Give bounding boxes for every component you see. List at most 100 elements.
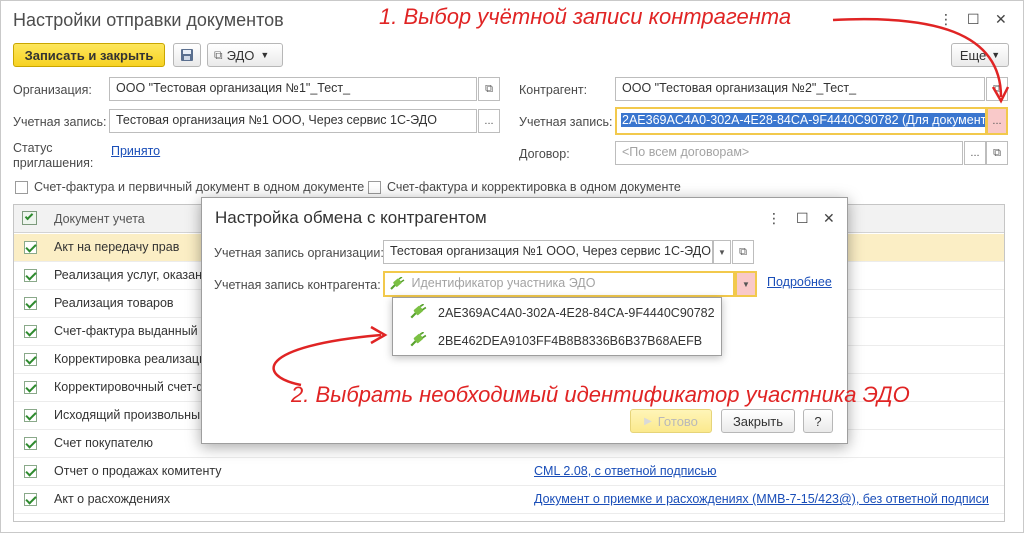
plug-icon [410, 332, 427, 347]
close-icon[interactable]: ✕ [995, 11, 1007, 28]
row-document-label: Исходящий произвольны [54, 408, 201, 422]
org-account-field[interactable]: Тестовая организация №1 ООО, Через серви… [383, 240, 713, 264]
ellipsis-icon: ... [992, 115, 1002, 127]
row-format-link[interactable]: Документ о приемке и расхождениях (ММВ-7… [534, 492, 989, 506]
invoice-correction-checkbox[interactable] [368, 181, 381, 194]
row-document-label: Акт о расхождениях [54, 492, 171, 506]
dialog-title: Настройка обмена с контрагентом [215, 208, 487, 227]
open-icon: ⧉ [993, 146, 1001, 159]
contract-select-button[interactable]: ... [964, 141, 986, 165]
cp-account-select-button[interactable]: ... [986, 107, 1008, 135]
more-button[interactable]: Еще ▼ [951, 43, 1009, 67]
cp-account-value: 2AE369AC4A0-302A-4E28-84CA-9F4440C90782 … [621, 113, 985, 127]
org-field[interactable]: ООО "Тестовая организация №1"_Тест_ [109, 77, 477, 101]
row-document-label: Акт на передачу прав [54, 240, 180, 254]
row-document-label: Счет покупателю [54, 436, 153, 450]
row-document-label: Реализация услуг, оказан [54, 268, 203, 282]
save-close-button[interactable]: Записать и закрыть [13, 43, 165, 67]
ellipsis-icon: ... [484, 115, 494, 127]
chevron-down-icon: ▼ [742, 279, 750, 289]
row-checkbox[interactable] [24, 381, 37, 394]
row-document-label: Корректировка реализаци [54, 352, 207, 366]
invite-status-label-1: Статус [13, 141, 53, 155]
chevron-down-icon: ▼ [991, 50, 1001, 60]
table-row[interactable]: Отчет о продажах комитенту CML 2.08, с от… [14, 458, 1004, 486]
participant-option-2[interactable]: 2BE462DEA9103FF4B8B8336B6B37B68AEFB [393, 327, 721, 355]
cp-account-dialog-field[interactable]: Идентификатор участника ЭДО [383, 271, 735, 297]
annotation-step-2: 2. Выбрать необходимый идентификатор уча… [291, 382, 910, 407]
dialog-close-icon[interactable]: ✕ [823, 210, 835, 227]
plug-icon [410, 304, 427, 319]
open-contract-button[interactable]: ⧉ [986, 141, 1008, 165]
row-format-link[interactable]: CML 2.08, с ответной подписью [534, 464, 717, 478]
dialog-maximize-icon[interactable]: ☐ [796, 210, 809, 227]
contract-label: Договор: [519, 147, 570, 161]
edo-menu-button[interactable]: ⧉ ЭДО ▼ [207, 43, 283, 67]
more-details-link[interactable]: Подробнее [767, 275, 832, 289]
plug-icon [390, 276, 405, 290]
account-select-button[interactable]: ... [478, 109, 500, 133]
cp-account-label: Учетная запись: [519, 115, 613, 129]
contract-placeholder: <По всем договорам> [622, 145, 750, 159]
row-checkbox[interactable] [24, 465, 37, 478]
org-account-label: Учетная запись организации: [214, 246, 384, 260]
invite-status-link[interactable]: Принято [111, 144, 160, 158]
participant-option-1-label: 2AE369AC4A0-302A-4E28-84CA-9F4440C90782 [438, 306, 715, 320]
header-check-icon[interactable] [22, 211, 37, 225]
row-document-label: Реализация товаров [54, 296, 174, 310]
invoice-primary-checkbox[interactable] [15, 181, 28, 194]
cp-account-field[interactable]: 2AE369AC4A0-302A-4E28-84CA-9F4440C90782 … [615, 107, 987, 135]
maximize-icon[interactable]: ☐ [967, 11, 980, 28]
account-field[interactable]: Тестовая организация №1 ООО, Через серви… [109, 109, 477, 133]
counterparty-field[interactable]: ООО "Тестовая организация №2"_Тест_ [615, 77, 985, 101]
row-checkbox[interactable] [24, 325, 37, 338]
participant-option-1[interactable]: 2AE369AC4A0-302A-4E28-84CA-9F4440C90782 [393, 299, 721, 327]
edo-label: ЭДО [226, 47, 255, 63]
org-account-dropdown[interactable]: ▼ [713, 240, 731, 264]
row-checkbox[interactable] [24, 269, 37, 282]
invite-status-label-2: приглашения: [13, 156, 94, 170]
account-label: Учетная запись: [13, 115, 107, 129]
counterparty-label: Контрагент: [519, 83, 588, 97]
participant-option-2-label: 2BE462DEA9103FF4B8B8336B6B37B68AEFB [438, 334, 703, 348]
open-org-button[interactable]: ⧉ [478, 77, 500, 101]
dialog-more-icon[interactable]: ⋮ [767, 210, 781, 227]
row-checkbox[interactable] [24, 437, 37, 450]
open-org-account-button[interactable]: ⧉ [732, 240, 754, 264]
open-counterparty-button[interactable]: ⧉ [986, 77, 1008, 101]
participant-id-dropdown: 2AE369AC4A0-302A-4E28-84CA-9F4440C90782 … [392, 297, 722, 356]
cp-account-dialog-label: Учетная запись контрагента: [214, 278, 381, 292]
more-label: Еще [959, 47, 987, 63]
save-button[interactable] [173, 43, 201, 67]
row-checkbox[interactable] [24, 241, 37, 254]
chevron-down-icon: ▼ [260, 50, 270, 60]
cp-account-dialog-placeholder: Идентификатор участника ЭДО [411, 276, 596, 290]
dialog-close-button[interactable]: Закрыть [721, 409, 795, 433]
row-checkbox[interactable] [24, 297, 37, 310]
chevron-down-icon: ▼ [718, 247, 726, 257]
open-icon: ⧉ [993, 82, 1001, 95]
column-header-document: Документ учета [54, 212, 145, 226]
ready-button[interactable]: ▶ Готово [630, 409, 712, 433]
row-checkbox[interactable] [24, 409, 37, 422]
invoice-correction-label: Счет-фактура и корректировка в одном док… [387, 180, 681, 194]
edo-icon: ⧉ [214, 47, 223, 62]
contract-field[interactable]: <По всем договорам> [615, 141, 963, 165]
row-checkbox[interactable] [24, 353, 37, 366]
ready-label: Готово [657, 413, 698, 429]
row-checkbox[interactable] [24, 493, 37, 506]
cp-account-dialog-dropdown[interactable]: ▼ [735, 271, 757, 297]
arrow-right-icon: ▶ [644, 415, 652, 427]
open-icon: ⧉ [739, 245, 747, 258]
window-title: Настройки отправки документов [13, 10, 284, 30]
ellipsis-icon: ... [970, 147, 980, 159]
table-row[interactable]: Акт о расхождениях Документ о приемке и р… [14, 486, 1004, 514]
more-options-icon[interactable]: ⋮ [939, 11, 953, 28]
help-button[interactable]: ? [803, 409, 833, 433]
invoice-primary-label: Счет-фактура и первичный документ в одно… [34, 180, 365, 194]
row-document-label: Счет-фактура выданный [54, 324, 198, 338]
row-document-label: Отчет о продажах комитенту [54, 464, 222, 478]
floppy-icon [181, 49, 193, 61]
open-icon: ⧉ [485, 82, 493, 95]
row-document-label: Корректировочный счет-ф [54, 380, 207, 394]
